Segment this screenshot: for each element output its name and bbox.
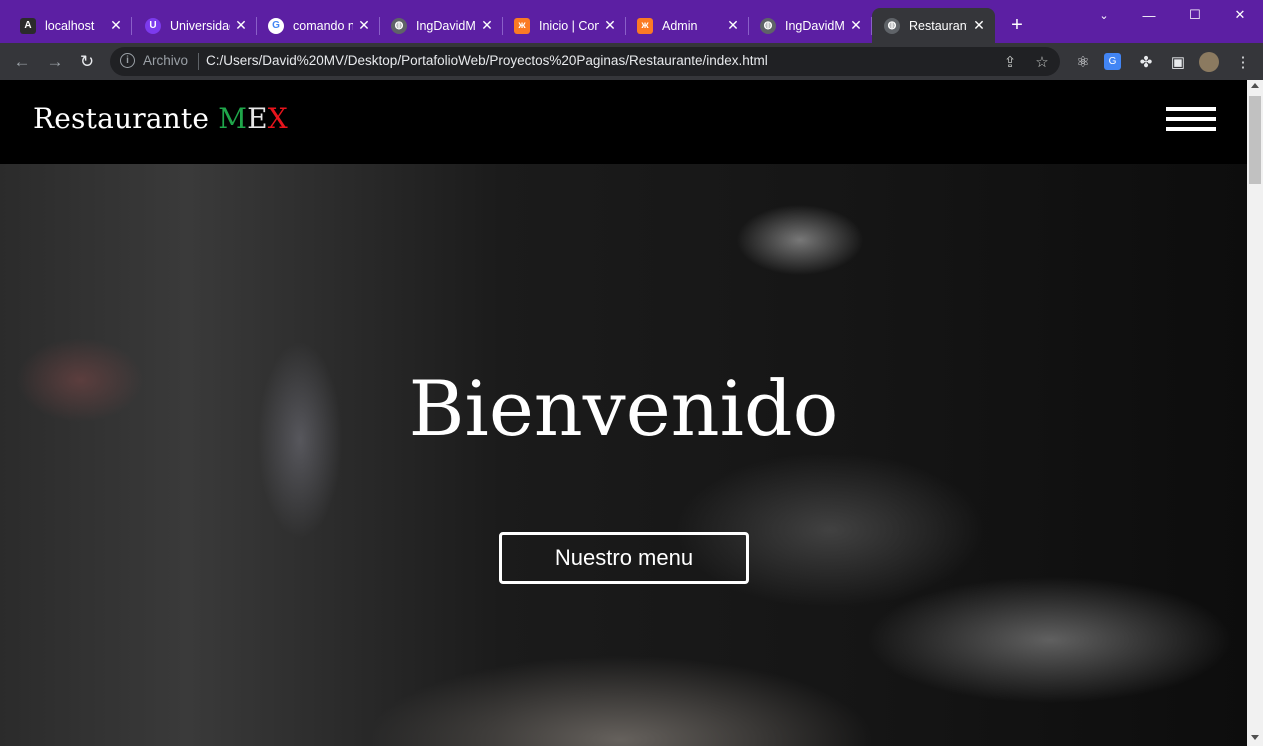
tab-ingdavidm-2[interactable]: ◍ IngDavidM ✕	[740, 8, 872, 43]
xampp-icon: ж	[514, 17, 530, 34]
tab-strip: A localhost ✕ U Universidad ✕ G comando …	[0, 0, 1263, 43]
minimize-button[interactable]: —	[1126, 0, 1172, 30]
url-text[interactable]: C:/Users/David%20MV/Desktop/PortafolioWe…	[206, 53, 768, 68]
close-icon[interactable]: ✕	[725, 17, 741, 33]
info-icon[interactable]: i	[120, 53, 135, 68]
file-label: Archivo	[143, 53, 189, 68]
tab-title: Restaurante	[909, 18, 967, 33]
star-icon[interactable]: ☆	[1032, 52, 1052, 72]
share-icon[interactable]: ⇪	[1000, 52, 1020, 72]
tab-title: IngDavidM	[785, 18, 845, 33]
close-icon[interactable]: ✕	[356, 17, 372, 33]
tab-title: IngDavidM	[416, 18, 476, 33]
menu-icon[interactable]: ⋮	[1233, 52, 1253, 72]
hero-title: Bienvenido	[408, 364, 839, 453]
close-icon[interactable]: ✕	[108, 17, 124, 33]
close-icon[interactable]: ✕	[848, 17, 864, 33]
hamburger-menu-icon[interactable]	[1166, 107, 1216, 133]
tab-title: Universidad	[170, 18, 230, 33]
tab-title: localhost	[45, 18, 95, 33]
tab-title: Admin	[662, 18, 698, 33]
avatar[interactable]	[1199, 52, 1219, 72]
extensions-icon[interactable]: ✤	[1136, 52, 1156, 72]
tab-title: Inicio | Con	[539, 18, 599, 33]
maximize-button[interactable]: ☐	[1172, 0, 1218, 30]
scroll-up-icon[interactable]	[1251, 83, 1259, 88]
reload-button[interactable]: ↻	[74, 49, 100, 75]
tab-title: comando n	[293, 18, 353, 33]
back-button[interactable]: ←	[9, 49, 35, 75]
tab-ingdavidm[interactable]: ◍ IngDavidM ✕	[371, 8, 503, 43]
globe-icon: ◍	[760, 17, 776, 34]
close-icon[interactable]: ✕	[971, 17, 987, 33]
close-icon[interactable]: ✕	[233, 17, 249, 33]
google-icon: G	[268, 17, 284, 34]
tab-google[interactable]: G comando n ✕	[248, 8, 380, 43]
page-scrollbar[interactable]	[1247, 80, 1263, 746]
globe-icon: ◍	[884, 17, 900, 34]
react-devtools-icon[interactable]: ⚛	[1073, 52, 1093, 72]
browser-window: A localhost ✕ U Universidad ✕ G comando …	[0, 0, 1263, 746]
close-icon[interactable]: ✕	[602, 17, 618, 33]
scroll-down-icon[interactable]	[1251, 735, 1259, 740]
tab-universidad[interactable]: U Universidad ✕	[125, 8, 257, 43]
tab-inicio[interactable]: ж Inicio | Con ✕	[494, 8, 626, 43]
web-page: Restaurante MEX Bienvenido Nuestro menu	[0, 80, 1247, 746]
tab-search-icon[interactable]: ⌄	[1081, 0, 1127, 30]
translate-icon[interactable]: G	[1104, 53, 1121, 70]
scrollbar-thumb[interactable]	[1249, 96, 1261, 184]
xampp-icon: ж	[637, 17, 653, 34]
address-bar[interactable]: i Archivo C:/Users/David%20MV/Desktop/Po…	[110, 47, 1060, 76]
globe-icon: ◍	[391, 17, 407, 34]
angular-icon: A	[20, 17, 36, 34]
side-panel-icon[interactable]: ▣	[1168, 52, 1188, 72]
new-tab-button[interactable]: +	[1006, 14, 1028, 36]
university-icon: U	[145, 17, 161, 34]
tab-localhost[interactable]: A localhost ✕	[0, 8, 132, 43]
close-window-button[interactable]: ✕	[1217, 0, 1263, 30]
site-logo[interactable]: Restaurante MEX	[33, 102, 288, 135]
menu-button[interactable]: Nuestro menu	[499, 532, 749, 584]
tab-restaurante[interactable]: ◍ Restaurante ✕	[872, 8, 995, 43]
close-icon[interactable]: ✕	[479, 17, 495, 33]
site-navbar: Restaurante MEX	[0, 80, 1247, 164]
forward-button[interactable]: →	[42, 49, 68, 75]
browser-toolbar: ← → ↻ i Archivo C:/Users/David%20MV/Desk…	[0, 43, 1263, 80]
tab-admin[interactable]: ж Admin ✕	[617, 8, 749, 43]
